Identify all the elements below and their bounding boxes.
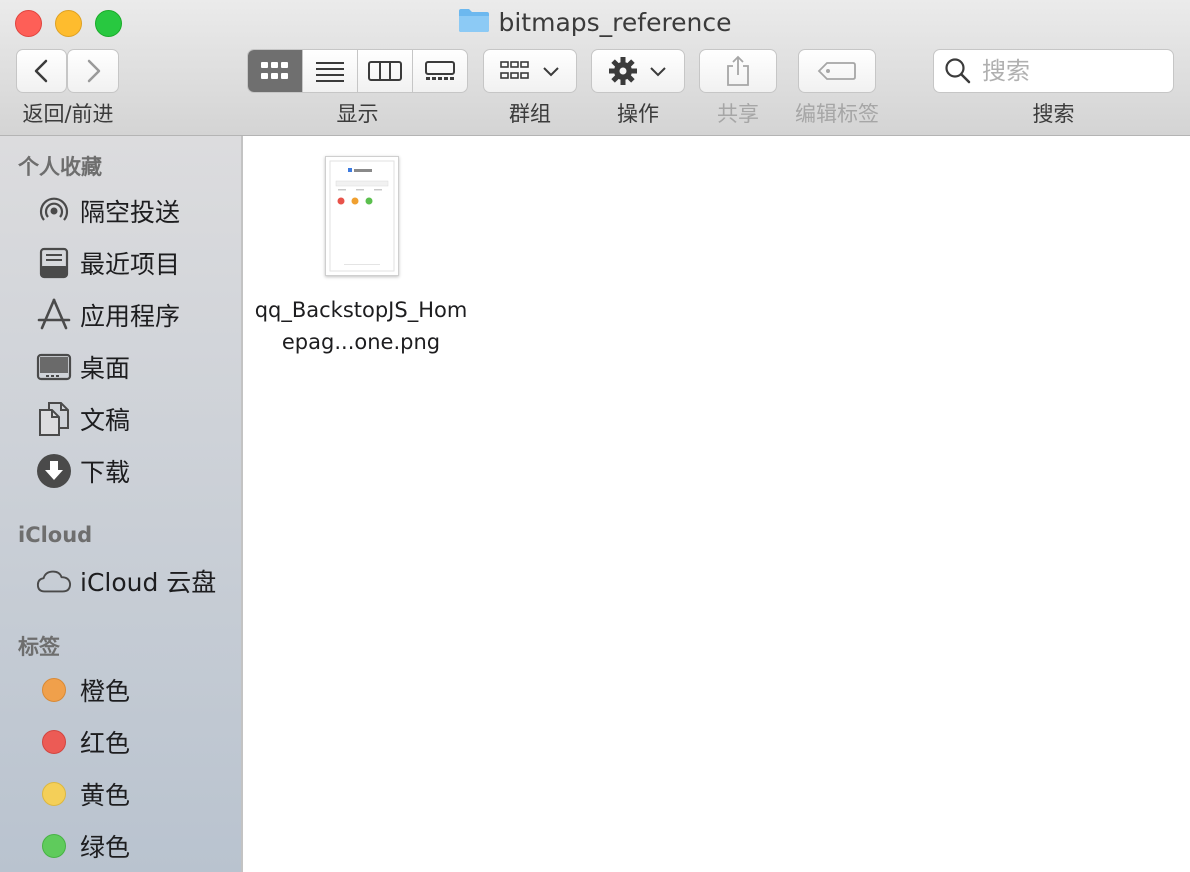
gallery-icon	[425, 61, 455, 80]
sidebar-item-label: 橙色	[80, 677, 131, 706]
sidebar-item-label: 下载	[80, 458, 131, 487]
sidebar-tag-red[interactable]: 红色	[0, 720, 241, 764]
downloads-icon	[36, 453, 72, 489]
share-button[interactable]	[699, 49, 777, 93]
sidebar-item-label: 红色	[80, 729, 131, 758]
share-label: 共享	[717, 102, 759, 126]
favorites-header: 个人收藏	[18, 155, 102, 179]
group-label: 群组	[509, 102, 551, 126]
sidebar-item-desktop[interactable]: 桌面	[0, 345, 241, 389]
sidebar: 个人收藏 隔空投送 最近项目 应用程序 桌面 文稿 下载 iCloud iClo…	[0, 136, 243, 872]
sidebar-item-label: 隔空投送	[80, 198, 181, 227]
sidebar-tag-yellow[interactable]: 黄色	[0, 772, 241, 816]
sidebar-item-documents[interactable]: 文稿	[0, 397, 241, 441]
chevron-right-icon	[87, 59, 101, 83]
yellow-tag-dot-icon	[36, 776, 72, 812]
icloud-header: iCloud	[18, 523, 93, 547]
chevron-left-icon	[34, 59, 47, 83]
sidebar-tag-green[interactable]: 绿色	[0, 824, 241, 868]
gallery-view-button[interactable]	[413, 50, 467, 92]
file-thumbnail	[325, 156, 399, 276]
orange-tag-dot-icon	[36, 672, 72, 708]
search-icon	[945, 58, 971, 84]
window-title: bitmaps_reference	[0, 6, 1190, 42]
forward-button[interactable]	[67, 49, 119, 93]
tags-header: 标签	[18, 635, 60, 659]
tag-icon	[817, 62, 856, 80]
documents-icon	[36, 401, 72, 437]
columns-icon	[368, 61, 402, 81]
grid-icon	[261, 62, 288, 79]
search-label: 搜索	[1032, 102, 1075, 126]
sidebar-item-applications[interactable]: 应用程序	[0, 293, 241, 337]
sidebar-item-label: 桌面	[80, 354, 131, 383]
group-grid-icon	[500, 61, 529, 79]
sidebar-item-label: 绿色	[80, 833, 131, 862]
list-icon	[316, 62, 344, 82]
finder-window: bitmaps_reference 返回/前进 显示 群组 操作 共享 编辑标签…	[0, 0, 1190, 872]
share-icon	[727, 55, 749, 86]
red-tag-dot-icon	[36, 724, 72, 760]
applications-icon	[36, 297, 72, 333]
column-view-button[interactable]	[358, 50, 413, 92]
sidebar-item-label: 最近项目	[80, 250, 181, 279]
nav-label: 返回/前进	[22, 102, 114, 126]
window-title-text: bitmaps_reference	[498, 8, 732, 37]
airdrop-icon	[36, 193, 72, 229]
chevron-down-icon	[650, 67, 666, 77]
search-field[interactable]	[933, 49, 1174, 93]
sidebar-item-label: 文稿	[80, 406, 131, 435]
sidebar-item-label: 应用程序	[80, 302, 181, 331]
sidebar-item-downloads[interactable]: 下载	[0, 449, 241, 493]
sidebar-item-icloud-drive[interactable]: iCloud 云盘	[0, 559, 241, 603]
desktop-icon	[36, 349, 72, 385]
back-button[interactable]	[16, 49, 67, 93]
sidebar-item-recents[interactable]: 最近项目	[0, 241, 241, 285]
folder-icon	[458, 7, 490, 42]
action-label: 操作	[617, 102, 659, 126]
sidebar-item-airdrop[interactable]: 隔空投送	[0, 189, 241, 233]
search-input[interactable]	[980, 56, 1164, 86]
image-preview-icon	[329, 160, 395, 272]
view-mode-control	[247, 49, 468, 93]
green-tag-dot-icon	[36, 828, 72, 864]
cloud-icon	[36, 563, 72, 599]
file-name: qq_BackstopJS_Homepag...one.png	[254, 298, 468, 354]
recents-icon	[36, 245, 72, 281]
sidebar-item-label: iCloud 云盘	[80, 568, 217, 597]
action-button[interactable]	[591, 49, 685, 93]
view-label: 显示	[336, 102, 379, 126]
edit-tags-label: 编辑标签	[795, 102, 879, 126]
toolbar: bitmaps_reference 返回/前进 显示 群组 操作 共享 编辑标签…	[0, 0, 1190, 136]
gear-icon	[609, 57, 637, 85]
file-browser-content: qq_BackstopJS_Homepag...one.png	[243, 136, 1190, 872]
edit-tags-button[interactable]	[798, 49, 876, 93]
group-button[interactable]	[483, 49, 577, 93]
icon-view-button[interactable]	[248, 50, 303, 92]
list-view-button[interactable]	[303, 50, 358, 92]
chevron-down-icon	[543, 67, 559, 77]
sidebar-item-label: 黄色	[80, 781, 131, 810]
sidebar-tag-orange[interactable]: 橙色	[0, 668, 241, 712]
